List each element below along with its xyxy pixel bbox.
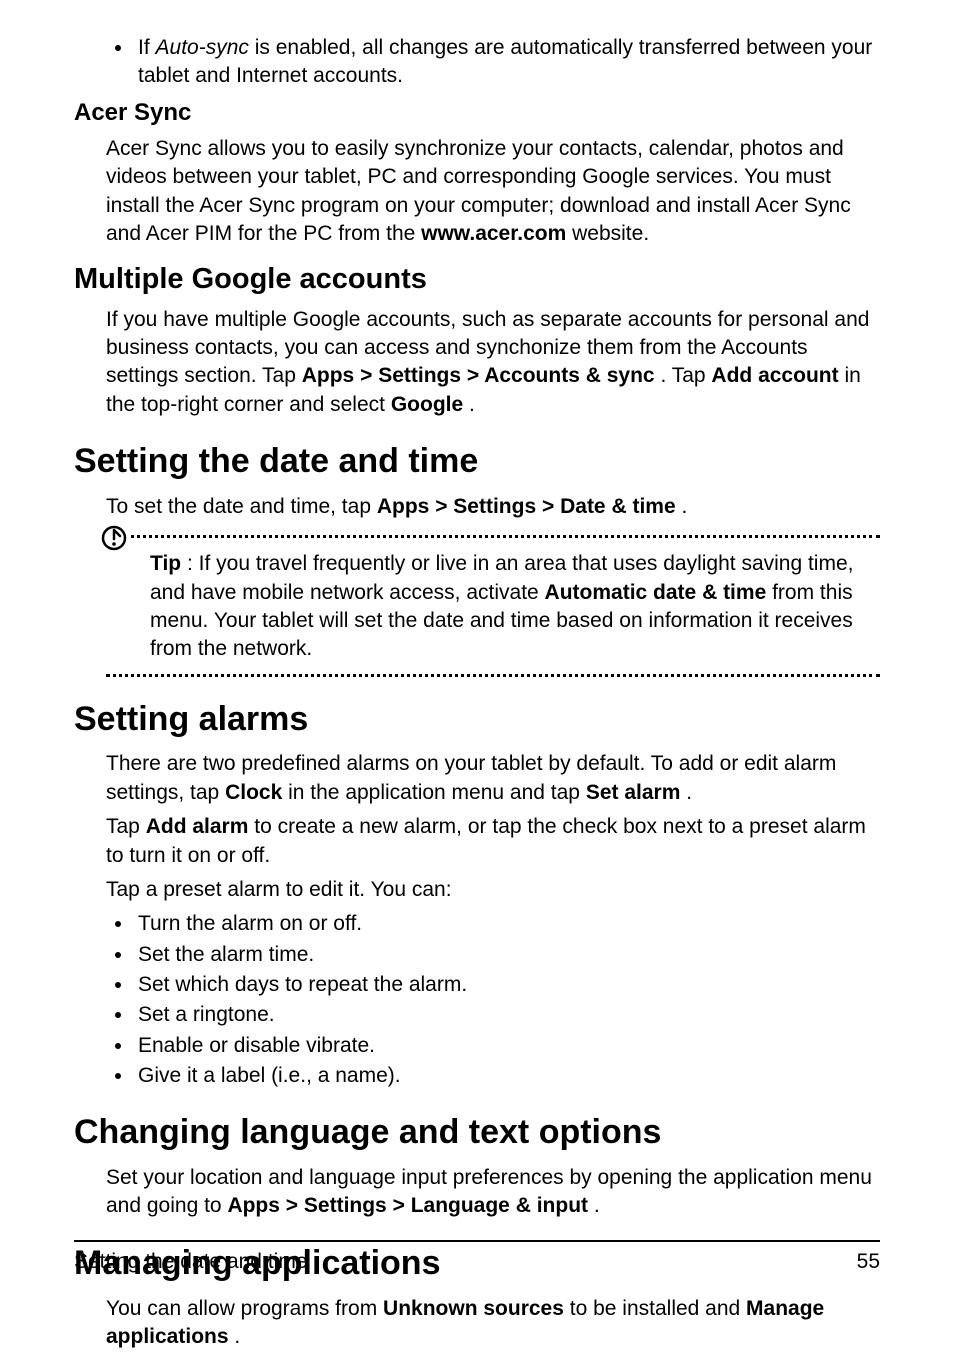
- autosync-term: Auto-sync: [156, 36, 249, 59]
- path: Date & time: [560, 495, 676, 518]
- text: .: [469, 393, 475, 416]
- multi-google-body: If you have multiple Google accounts, su…: [74, 306, 880, 419]
- tip-text: Tip : If you travel frequently or live i…: [150, 550, 880, 663]
- lang-body: Set your location and language input pre…: [74, 1164, 880, 1221]
- list-item: Set which days to repeat the alarm.: [134, 971, 880, 999]
- document-page: If Auto-sync is enabled, all changes are…: [0, 0, 954, 1352]
- sep: >: [393, 1194, 411, 1217]
- sep: >: [360, 364, 378, 387]
- datetime-body: To set the date and time, tap Apps > Set…: [74, 493, 880, 521]
- multi-google-heading: Multiple Google accounts: [74, 260, 880, 299]
- tip-block: Tip : If you travel frequently or live i…: [106, 535, 880, 676]
- text: .: [681, 495, 687, 518]
- text: in the application menu and tap: [288, 781, 586, 804]
- acer-link: www.acer.com: [421, 222, 566, 245]
- path: Settings: [453, 495, 536, 518]
- list-item: Set a ringtone.: [134, 1001, 880, 1029]
- acer-sync-body: Acer Sync allows you to easily synchroni…: [74, 135, 880, 248]
- google: Google: [391, 393, 463, 416]
- page-number: 55: [857, 1250, 880, 1274]
- sep: >: [542, 495, 560, 518]
- text: .: [594, 1194, 600, 1217]
- text: website.: [572, 222, 649, 245]
- text: .: [234, 1325, 240, 1348]
- sep: >: [286, 1194, 304, 1217]
- text: To set the date and time, tap: [106, 495, 377, 518]
- acer-sync-heading: Acer Sync: [74, 97, 880, 129]
- tip-icon: [100, 524, 128, 552]
- alarms-p2: Tap Add alarm to create a new alarm, or …: [74, 813, 880, 870]
- add-alarm: Add alarm: [146, 815, 249, 838]
- text: to be installed and: [570, 1297, 746, 1320]
- text: . Tap: [660, 364, 711, 387]
- text: Tap: [106, 815, 146, 838]
- path: Apps: [377, 495, 430, 518]
- unknown-sources: Unknown sources: [383, 1297, 564, 1320]
- set-alarm: Set alarm: [586, 781, 681, 804]
- list-item: Enable or disable vibrate.: [134, 1032, 880, 1060]
- path: Apps: [227, 1194, 280, 1217]
- alarms-p1: There are two predefined alarms on your …: [74, 750, 880, 807]
- footer-title: Setting the date and time: [74, 1250, 308, 1274]
- add-account: Add account: [711, 364, 838, 387]
- autosync-bullet: If Auto-sync is enabled, all changes are…: [134, 34, 880, 91]
- text: .: [686, 781, 692, 804]
- list-item: Set the alarm time.: [134, 941, 880, 969]
- list-item: Give it a label (i.e., a name).: [134, 1062, 880, 1090]
- alarms-bullet-list: Turn the alarm on or off. Set the alarm …: [74, 910, 880, 1090]
- path: Language & input: [411, 1194, 588, 1217]
- text: You can allow programs from: [106, 1297, 383, 1320]
- alarms-heading: Setting alarms: [74, 697, 880, 743]
- lang-heading: Changing language and text options: [74, 1110, 880, 1156]
- path: Apps: [302, 364, 355, 387]
- apps-body: You can allow programs from Unknown sour…: [74, 1295, 880, 1352]
- autosync-bullet-list: If Auto-sync is enabled, all changes are…: [74, 34, 880, 91]
- path: Accounts & sync: [484, 364, 654, 387]
- page-content: If Auto-sync is enabled, all changes are…: [74, 34, 880, 1351]
- path: Settings: [378, 364, 461, 387]
- text: is enabled, all changes are automaticall…: [138, 36, 872, 87]
- alarms-p3: Tap a preset alarm to edit it. You can:: [74, 876, 880, 904]
- path: Settings: [304, 1194, 387, 1217]
- clock: Clock: [225, 781, 282, 804]
- list-item: Turn the alarm on or off.: [134, 910, 880, 938]
- sep: >: [435, 495, 453, 518]
- tip-label: Tip: [150, 552, 181, 575]
- page-footer: Setting the date and time 55: [74, 1240, 880, 1274]
- tip-bold: Automatic date & time: [545, 581, 767, 604]
- datetime-heading: Setting the date and time: [74, 439, 880, 485]
- sep: >: [467, 364, 484, 387]
- text: If: [138, 36, 156, 59]
